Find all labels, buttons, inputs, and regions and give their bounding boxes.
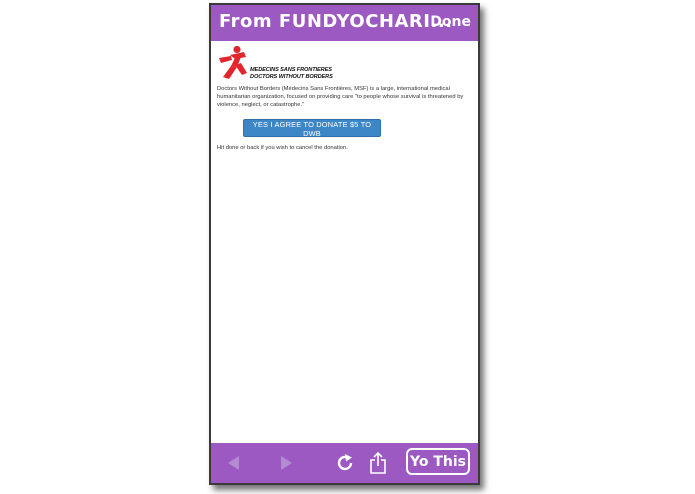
forward-arrow-icon [281,456,292,470]
yo-this-button[interactable]: Yo This [406,448,470,475]
page-title: From FUNDYOCHARI... [219,11,453,32]
logo-text-french: MEDECINS SANS FRONTIERES [250,67,332,73]
share-icon [370,451,386,474]
forward-button[interactable] [277,443,295,483]
browser-window: From FUNDYOCHARI... Done MEDECINS SANS F… [209,3,480,485]
share-button[interactable] [367,443,389,483]
logo-text-english: DOCTORS WITHOUT BORDERS [250,74,333,80]
done-button[interactable]: Done [430,14,471,30]
cancel-hint: Hit done or back if you wish to cancel t… [217,144,348,151]
msf-logo: MEDECINS SANS FRONTIERES DOCTORS WITHOUT… [217,45,337,83]
bottom-toolbar: Yo This [211,443,478,483]
web-content: MEDECINS SANS FRONTIERES DOCTORS WITHOUT… [217,45,473,151]
back-arrow-icon [228,456,239,470]
organization-description: Doctors Without Borders (Médecins Sans F… [217,86,464,109]
refresh-icon [337,454,353,471]
back-button[interactable] [225,443,243,483]
donate-button[interactable]: YES I AGREE TO DONATE $5 TO DWB [243,118,381,138]
msf-runner-logo-icon [219,45,247,79]
refresh-button[interactable] [334,443,356,483]
top-bar: From FUNDYOCHARI... Done [211,5,478,41]
